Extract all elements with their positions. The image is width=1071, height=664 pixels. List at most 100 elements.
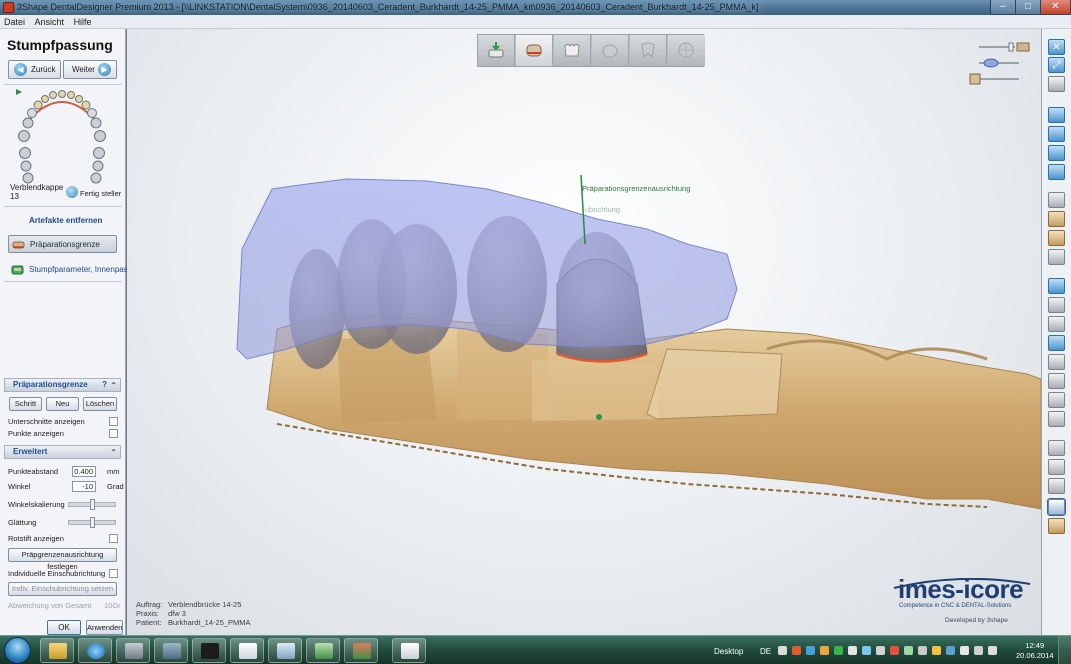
taskbar-monitor[interactable] [306,638,340,663]
clock-date: 20.06.2014 [1016,651,1054,660]
tooth-icon[interactable] [1048,249,1065,265]
tooth-chart-upper [16,89,106,142]
menu-view[interactable]: Ansicht [31,15,68,27]
imes-icore-logo: imes-icore Competence in CNC & DENTAL-So… [892,574,1032,626]
taskbar-ie[interactable] [78,638,112,663]
view-front-icon[interactable] [1048,107,1065,123]
menu-help[interactable]: Hilfe [70,15,95,27]
flag-icon[interactable] [988,646,997,655]
bottle-icon[interactable] [1048,297,1065,313]
view-top-icon[interactable] [1048,126,1065,142]
taskbar-app[interactable] [344,638,378,663]
view-side-icon[interactable] [1048,145,1065,161]
network-icon[interactable] [960,646,969,655]
tray-icon[interactable] [904,646,913,655]
collapse-icon[interactable]: ⌃ [110,380,117,392]
view-back-icon[interactable] [1048,164,1065,180]
fit-view-icon[interactable]: ⤢ [1048,57,1065,73]
desktop-toolbar-label[interactable]: Desktop [714,647,743,656]
delete-button[interactable]: Löschen [83,397,117,411]
apply-button[interactable]: Anwenden [86,620,123,635]
taskbar-media[interactable] [154,638,188,663]
slider-thumb[interactable] [90,499,95,510]
tray-icon[interactable] [932,646,941,655]
tray-icon[interactable] [918,646,927,655]
sphere-icon[interactable] [1048,76,1065,92]
triangle-icon[interactable] [1048,373,1065,389]
ready-label[interactable]: Fertig steller [80,189,121,198]
taskbar-dentaldesigner[interactable] [392,638,426,663]
step-button[interactable]: Schritt [9,397,42,411]
check-icon[interactable] [66,186,78,198]
ok-button[interactable]: OK [47,620,81,635]
taskbar-explorer[interactable] [40,638,74,663]
back-button[interactable]: ◀ Zurück [8,60,61,79]
angle-input[interactable]: -10 [72,481,96,492]
browser-icon [87,643,105,659]
hexagon-icon[interactable] [1048,354,1065,370]
smoothing-label: Glättung [8,518,37,527]
menu-file[interactable]: Datei [0,15,28,27]
close-view-icon[interactable]: ✕ [1048,39,1065,55]
cylinder-icon[interactable] [1048,335,1065,351]
3d-viewport[interactable]: Präparationsgrenzenausrichtung ubrichtun… [127,29,1041,635]
scale-icon[interactable] [1048,459,1065,475]
cube-icon[interactable] [1048,392,1065,408]
angle-scaling-slider[interactable] [68,499,116,510]
tray-icon[interactable] [890,646,899,655]
insertion-direction-ghost-label: ubrichtung [585,205,621,214]
knife-icon[interactable] [1048,192,1065,208]
show-desktop-button[interactable] [1058,636,1071,664]
menu-bar: Datei Ansicht Hilfe [0,15,1071,29]
maximize-button[interactable]: □ [1015,0,1041,15]
ruler-icon[interactable] [1048,478,1065,494]
close-button[interactable]: ✕ [1040,0,1071,15]
order-info: Auftrag: Verblendbrücke 14-25 [136,600,241,609]
step-preparation-line[interactable]: Präparationsgrenze [8,235,117,253]
taskbar-cam[interactable] [116,638,150,663]
set-prep-direction-button[interactable]: Präpgrenzenausrichtung festlegen [8,548,117,571]
tray-icon[interactable] [792,646,801,655]
taskbar-sonos[interactable] [192,638,226,663]
points-checkbox[interactable] [109,429,118,438]
new-button[interactable]: Neu [46,397,79,411]
dental-model-render[interactable] [127,29,1041,635]
ring-icon[interactable] [1048,230,1065,246]
camera-icon[interactable] [1048,411,1065,427]
tray-icon[interactable] [946,646,955,655]
prep-line-panel-header[interactable]: Präparationsgrenze ? ⌃ [4,378,121,392]
slider-thumb[interactable] [90,517,95,528]
frame-icon[interactable] [1048,316,1065,332]
shield-icon[interactable] [1048,440,1065,456]
point-distance-label: Punkteabstand [8,467,59,476]
tray-icon[interactable] [820,646,829,655]
tooth-shade-icon[interactable] [1048,518,1065,534]
probe-icon[interactable] [1048,278,1065,294]
back-label: Zurück [31,65,56,74]
clock[interactable]: 12:49 20.06.2014 [1016,641,1054,661]
tray-icon[interactable] [876,646,885,655]
tray-icon[interactable] [778,646,787,655]
model-view-icon[interactable] [1047,498,1066,516]
point-distance-input[interactable]: 0.400 [72,466,96,477]
tray-icon[interactable] [848,646,857,655]
minimize-button[interactable]: – [990,0,1016,15]
advanced-panel-header[interactable]: Erweitert ⌃ [4,445,121,459]
taskbar-vnc[interactable] [230,638,264,663]
smoothing-slider[interactable] [68,517,116,528]
start-button[interactable] [4,637,31,664]
individual-direction-checkbox[interactable] [109,569,118,578]
die-icon[interactable] [1048,211,1065,227]
undercuts-checkbox[interactable] [109,417,118,426]
help-icon[interactable]: ? [102,379,107,391]
set-individual-direction-button[interactable]: Indiv. Einschubrichtung setzen [8,582,117,596]
taskbar-window[interactable] [268,638,302,663]
tray-icon[interactable] [862,646,871,655]
next-button[interactable]: Weiter ▶ [63,60,117,79]
language-indicator[interactable]: DE [760,647,771,656]
red-pen-checkbox[interactable] [109,534,118,543]
tray-icon[interactable] [806,646,815,655]
tray-icon[interactable] [834,646,843,655]
volume-icon[interactable] [974,646,983,655]
collapse-icon[interactable]: ⌃ [110,447,117,459]
